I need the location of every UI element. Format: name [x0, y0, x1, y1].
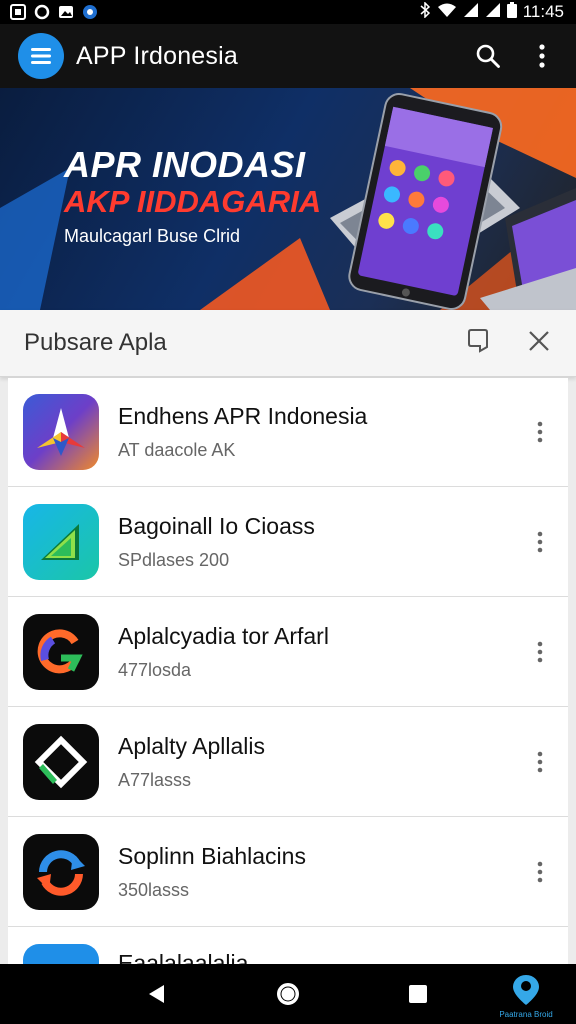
list-item[interactable]: Soplinn Biahlacins 350lasss	[8, 818, 568, 927]
location-pin-icon	[513, 975, 539, 1005]
app-subtitle: A77lasss	[118, 770, 192, 790]
item-overflow-button[interactable]	[526, 524, 554, 560]
clock: 11:45	[522, 2, 564, 21]
app-subtitle: SPdlases 200	[118, 550, 230, 570]
browser-notification-icon	[82, 4, 98, 20]
item-overflow-button[interactable]	[526, 744, 554, 780]
item-overflow-button[interactable]	[526, 854, 554, 890]
recents-icon	[409, 985, 427, 1003]
app-title: APP Irdonesia	[76, 41, 238, 70]
list-item[interactable]: Bagoinall Io Cioass SPdlases 200	[8, 488, 568, 597]
signal-icon	[463, 2, 479, 23]
bookmark-button[interactable]	[466, 328, 490, 359]
app-subtitle: 350lasss	[118, 880, 190, 900]
app-name: Bagoinall Io Cioass	[118, 513, 315, 539]
system-icons: 11:45	[419, 0, 576, 23]
notification-icons	[0, 4, 98, 20]
location-button[interactable]	[504, 968, 548, 1012]
green-diamond-icon	[23, 724, 99, 800]
app-name: Aplalcyadia tor Arfarl	[118, 623, 329, 649]
bluetooth-icon	[419, 0, 431, 23]
image-notification-icon	[58, 4, 74, 20]
more-vert-icon	[537, 641, 543, 663]
bookmark-icon	[468, 328, 488, 353]
recents-button[interactable]	[396, 972, 440, 1016]
close-button[interactable]	[528, 330, 550, 357]
list-item[interactable]: Aplalty Apllalis A77lasss	[8, 708, 568, 817]
banner-headline-secondary: AKP IIDDAGARIA	[64, 184, 322, 219]
back-icon	[149, 985, 164, 1003]
signal-icon	[485, 2, 501, 23]
banner-headline: APR INODASI	[64, 144, 306, 185]
app-subtitle: AT daacole AK	[118, 440, 236, 460]
colorful-g-icon	[23, 614, 99, 690]
app-notification-icon	[10, 4, 26, 20]
blue-circle-icon	[23, 944, 99, 964]
more-vert-icon	[537, 421, 543, 443]
circle-notification-icon	[34, 4, 50, 20]
green-triangle-icon	[23, 504, 99, 580]
banner-subtitle: Maulcagarl Buse Clrid	[64, 226, 241, 246]
list-item[interactable]: Aplalcyadia tor Arfarl 477losda	[8, 598, 568, 707]
list-item[interactable]: Endhens APR Indonesia AT daacole AK	[8, 378, 568, 487]
promo-banner[interactable]: APR INODASI AKP IIDDAGARIA Maulcagarl Bu…	[0, 88, 576, 310]
status-bar: 11:45	[0, 0, 576, 24]
more-vert-icon	[537, 531, 543, 553]
app-name: Aplalty Apllalis	[118, 733, 266, 759]
back-button[interactable]	[135, 972, 179, 1016]
app-name: Endhens APR Indonesia	[118, 403, 368, 429]
item-overflow-button[interactable]	[526, 634, 554, 670]
app-name: Soplinn Biahlacins	[118, 843, 306, 869]
menu-button[interactable]	[18, 33, 64, 79]
app-name: Eaalalaalalia	[118, 950, 249, 964]
home-icon	[277, 983, 299, 1005]
battery-icon	[506, 1, 517, 23]
overflow-menu-button[interactable]	[522, 36, 562, 76]
location-label: Paatrana Broid	[499, 1010, 553, 1019]
more-vert-icon	[537, 751, 543, 773]
navigation-bar: Paatrana Broid	[0, 964, 576, 1024]
list-item[interactable]: Eaalalaalalia	[8, 928, 568, 964]
more-vert-icon	[539, 44, 545, 68]
menu-icon	[31, 48, 51, 64]
item-overflow-button[interactable]	[526, 414, 554, 450]
compass-star-icon	[23, 394, 99, 470]
app-toolbar: APP Irdonesia	[0, 24, 576, 88]
wifi-icon	[437, 2, 457, 23]
home-button[interactable]	[266, 972, 310, 1016]
search-icon	[476, 44, 500, 68]
app-subtitle: 477losda	[118, 660, 192, 680]
search-button[interactable]	[468, 36, 508, 76]
refresh-arrows-icon	[23, 834, 99, 910]
app-list: Endhens APR Indonesia AT daacole AK Bago…	[8, 378, 568, 964]
section-title: Pubsare Apla	[24, 329, 167, 356]
popular-apps-header: Pubsare Apla	[0, 310, 576, 377]
more-vert-icon	[537, 861, 543, 883]
close-icon	[529, 330, 549, 351]
